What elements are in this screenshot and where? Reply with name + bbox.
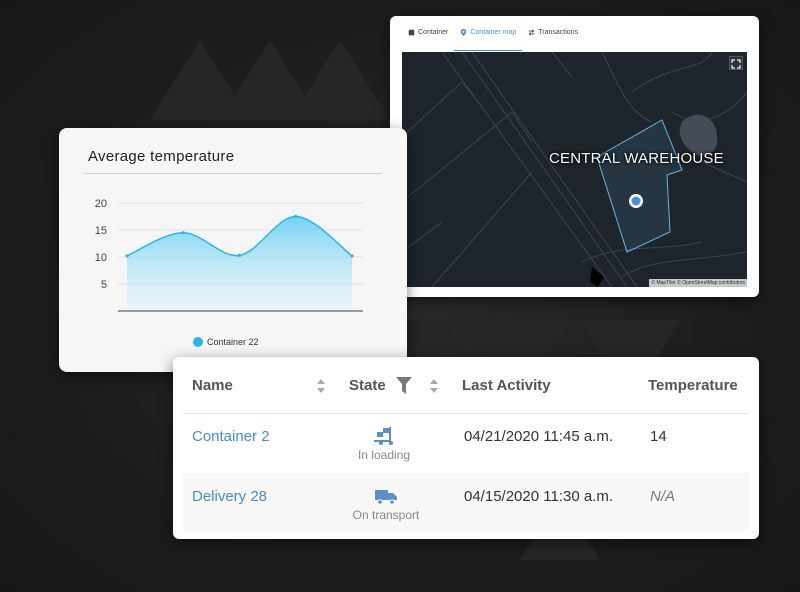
data-point[interactable] bbox=[181, 231, 185, 235]
data-point[interactable] bbox=[237, 253, 242, 257]
column-header-name[interactable]: Name bbox=[192, 377, 233, 394]
map-attribution[interactable]: © MapTiler © OpenStreetMap contributors bbox=[649, 279, 747, 287]
column-header-state[interactable]: State bbox=[349, 377, 386, 394]
fullscreen-button[interactable] bbox=[729, 56, 743, 70]
row-name-link[interactable]: Container 2 bbox=[192, 428, 270, 445]
tab-container-label: Container bbox=[418, 29, 449, 36]
tab-container[interactable]: Container bbox=[402, 25, 454, 51]
map-pin-icon bbox=[461, 29, 467, 36]
legend-label: Container 22 bbox=[207, 337, 259, 347]
chart-legend[interactable]: Container 22 bbox=[193, 337, 259, 347]
tab-transactions-label: Transactions bbox=[538, 29, 579, 36]
row-state-label: In loading bbox=[357, 448, 411, 462]
column-header-temperature[interactable]: Temperature bbox=[648, 377, 738, 394]
container-table-card: Name State Last Activity Temperature Con… bbox=[173, 357, 759, 539]
row-temperature: 14 bbox=[650, 428, 667, 445]
filter-icon[interactable] bbox=[396, 377, 412, 394]
row-last-activity: 04/15/2020 11:30 a.m. bbox=[464, 488, 614, 505]
data-point[interactable] bbox=[125, 254, 129, 258]
data-point[interactable] bbox=[294, 214, 298, 219]
legend-swatch bbox=[193, 337, 203, 347]
data-point[interactable] bbox=[350, 254, 354, 258]
average-temperature-card: Average temperature 5 10 15 20 Container 22 bbox=[59, 128, 407, 372]
sort-icon[interactable] bbox=[429, 378, 439, 394]
series-area bbox=[127, 216, 352, 311]
location-label: CENTRAL WAREHOUSE bbox=[549, 150, 724, 167]
location-marker-icon[interactable] bbox=[628, 193, 644, 209]
temperature-chart: 5 10 15 20 bbox=[95, 198, 363, 312]
map-view[interactable]: CENTRAL WAREHOUSE © MapTiler © OpenStree… bbox=[402, 52, 747, 287]
header-divider bbox=[183, 413, 749, 414]
row-last-activity: 04/21/2020 11:45 a.m. bbox=[464, 428, 614, 445]
tab-container-map[interactable]: Container map bbox=[454, 25, 523, 51]
sort-icon[interactable] bbox=[316, 378, 326, 394]
y-tick-label: 15 bbox=[95, 225, 107, 237]
y-tick-label: 5 bbox=[101, 279, 107, 291]
row-state-label: On transport bbox=[352, 508, 420, 522]
column-header-last-activity[interactable]: Last Activity bbox=[462, 377, 551, 394]
row-name-link[interactable]: Delivery 28 bbox=[192, 488, 267, 505]
y-tick-label: 20 bbox=[95, 198, 107, 210]
tab-container-map-label: Container map bbox=[470, 29, 517, 36]
y-tick-label: 10 bbox=[95, 252, 107, 264]
transfer-arrows-icon bbox=[528, 29, 535, 36]
row-temperature: N/A bbox=[650, 488, 676, 505]
fullscreen-icon bbox=[731, 59, 741, 69]
truck-icon bbox=[375, 490, 397, 505]
tab-transactions[interactable]: Transactions bbox=[522, 25, 584, 51]
container-icon bbox=[408, 29, 415, 36]
loading-icon bbox=[374, 427, 393, 445]
container-map-card: Container Container map Transactions CEN… bbox=[390, 16, 759, 297]
map-roads bbox=[402, 52, 747, 287]
